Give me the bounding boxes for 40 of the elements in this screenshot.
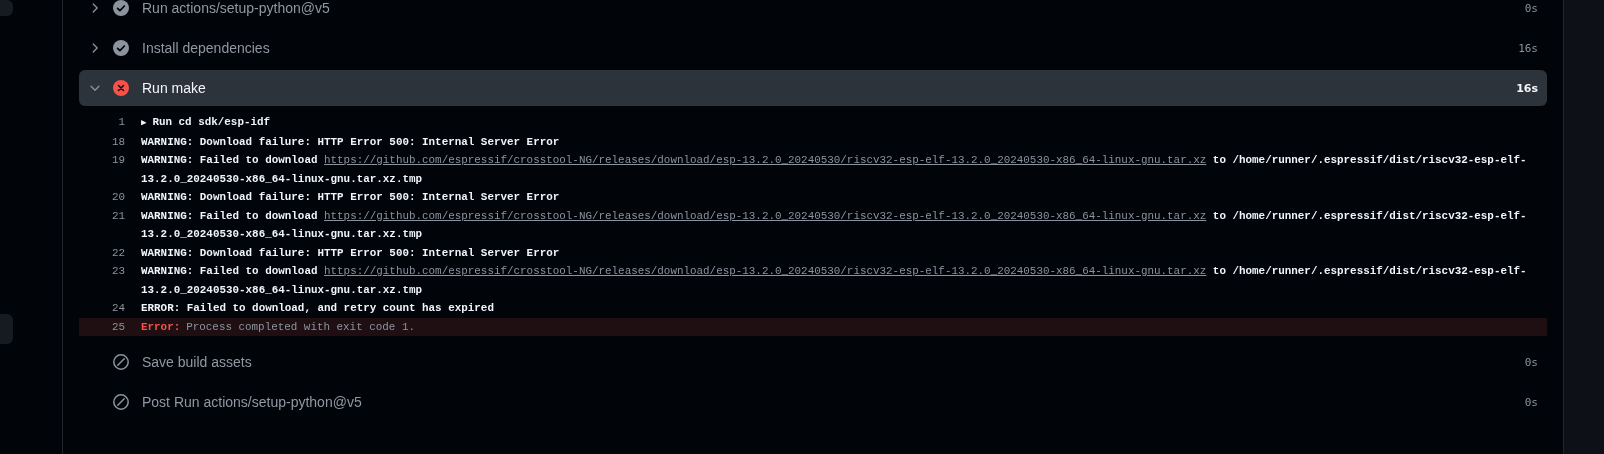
line-number: 20 (110, 190, 126, 205)
line-number: 25 (110, 319, 126, 335)
step-row[interactable]: Run actions/setup-python@v5 0s (79, 0, 1547, 26)
line-number: 19 (110, 153, 126, 168)
log-link[interactable]: https://github.com/espressif/crosstool-NG/releases/download/esp-13.2.0_20240530/riscv32-esp-elf-13.2.0_20240530-x86_64-linux-gnu.tar.xz (324, 209, 1207, 222)
line-number: 18 (110, 134, 126, 150)
log-link[interactable]: https://github.com/espressif/crosstool-NG/releases/download/esp-13.2.0_20240530/riscv32-esp-elf-13.2.0_20240530-x86_64-linux-gnu.tar.xz (324, 265, 1207, 277)
line-number: 24 (110, 301, 126, 316)
step-name: Save build assets (142, 354, 253, 370)
line-number: 22 (110, 245, 126, 261)
log-text: WARNING: Download failure: HTTP Error 500: Internal Server Error (141, 134, 561, 150)
step-duration: 16s (1516, 81, 1538, 95)
log-text: Process completed with exit code 1. (186, 320, 415, 333)
line-number: 23 (110, 264, 126, 279)
step-name: Run actions/setup-python@v5 (142, 0, 331, 16)
step-duration: 0s (1524, 1, 1538, 15)
step-duration: 0s (1524, 355, 1538, 369)
log-text: Run cd sdk/esp-idf (152, 116, 271, 128)
sidebar-item[interactable] (0, 314, 13, 344)
log-text: WARNING: Download failure: HTTP Error 500: Internal Server Error (141, 245, 561, 261)
step-name: Install dependencies (142, 40, 271, 56)
step-duration: 16s (1518, 41, 1538, 55)
step-row[interactable]: Run make 16s (79, 70, 1547, 106)
log-text: WARNING: Failed to download https://github.com/espressif/crosstool-NG/releases/download/esp-13.2.0_20240530/riscv32-esp-elf-13.2.0_20240530-x86_64-linux-gnu.tar.xz to /home/runner/.espressif/dist/riscv32-esp-elf-13.2.0_20240530-x86_64-linux-gnu.tar.xz.tmp (141, 153, 1528, 187)
log-text: ERROR: Failed to download, and retry count has expired (141, 301, 495, 316)
log-link[interactable]: https://github.com/espressif/crosstool-NG/releases/download/esp-13.2.0_20240530/riscv32-esp-elf-13.2.0_20240530-x86_64-linux-gnu.tar.xz (324, 154, 1207, 166)
error-label: Error: (141, 320, 181, 333)
step-row[interactable]: Save build assets 0s (79, 344, 1547, 380)
log-text: WARNING: Download failure: HTTP Error 500: Internal Server Error (141, 190, 561, 205)
step-row[interactable]: Post Run actions/setup-python@v5 0s (79, 384, 1547, 420)
log-text: WARNING: Failed to download https://github.com/espressif/crosstool-NG/releases/download/esp-13.2.0_20240530/riscv32-esp-elf-13.2.0_20240530-x86_64-linux-gnu.tar.xz to /home/runner/.espressif/dist/riscv32-esp-elf-13.2.0_20240530-x86_64-linux-gnu.tar.xz.tmp (141, 208, 1528, 242)
expand-marker[interactable]: ▶ (141, 118, 147, 128)
step-duration: 0s (1524, 395, 1538, 409)
step-name: Post Run actions/setup-python@v5 (142, 394, 363, 410)
line-number: 21 (110, 208, 126, 224)
log-text: WARNING: Failed to download https://github.com/espressif/crosstool-NG/releases/download/esp-13.2.0_20240530/riscv32-esp-elf-13.2.0_20240530-x86_64-linux-gnu.tar.xz to /home/runner/.espressif/dist/riscv32-esp-elf-13.2.0_20240530-x86_64-linux-gnu.tar.xz.tmp (141, 264, 1528, 298)
step-name: Run make (142, 80, 207, 96)
sidebar-item[interactable] (0, 0, 13, 16)
step-row[interactable]: Install dependencies 16s (79, 30, 1547, 66)
line-number: 1 (117, 115, 126, 130)
